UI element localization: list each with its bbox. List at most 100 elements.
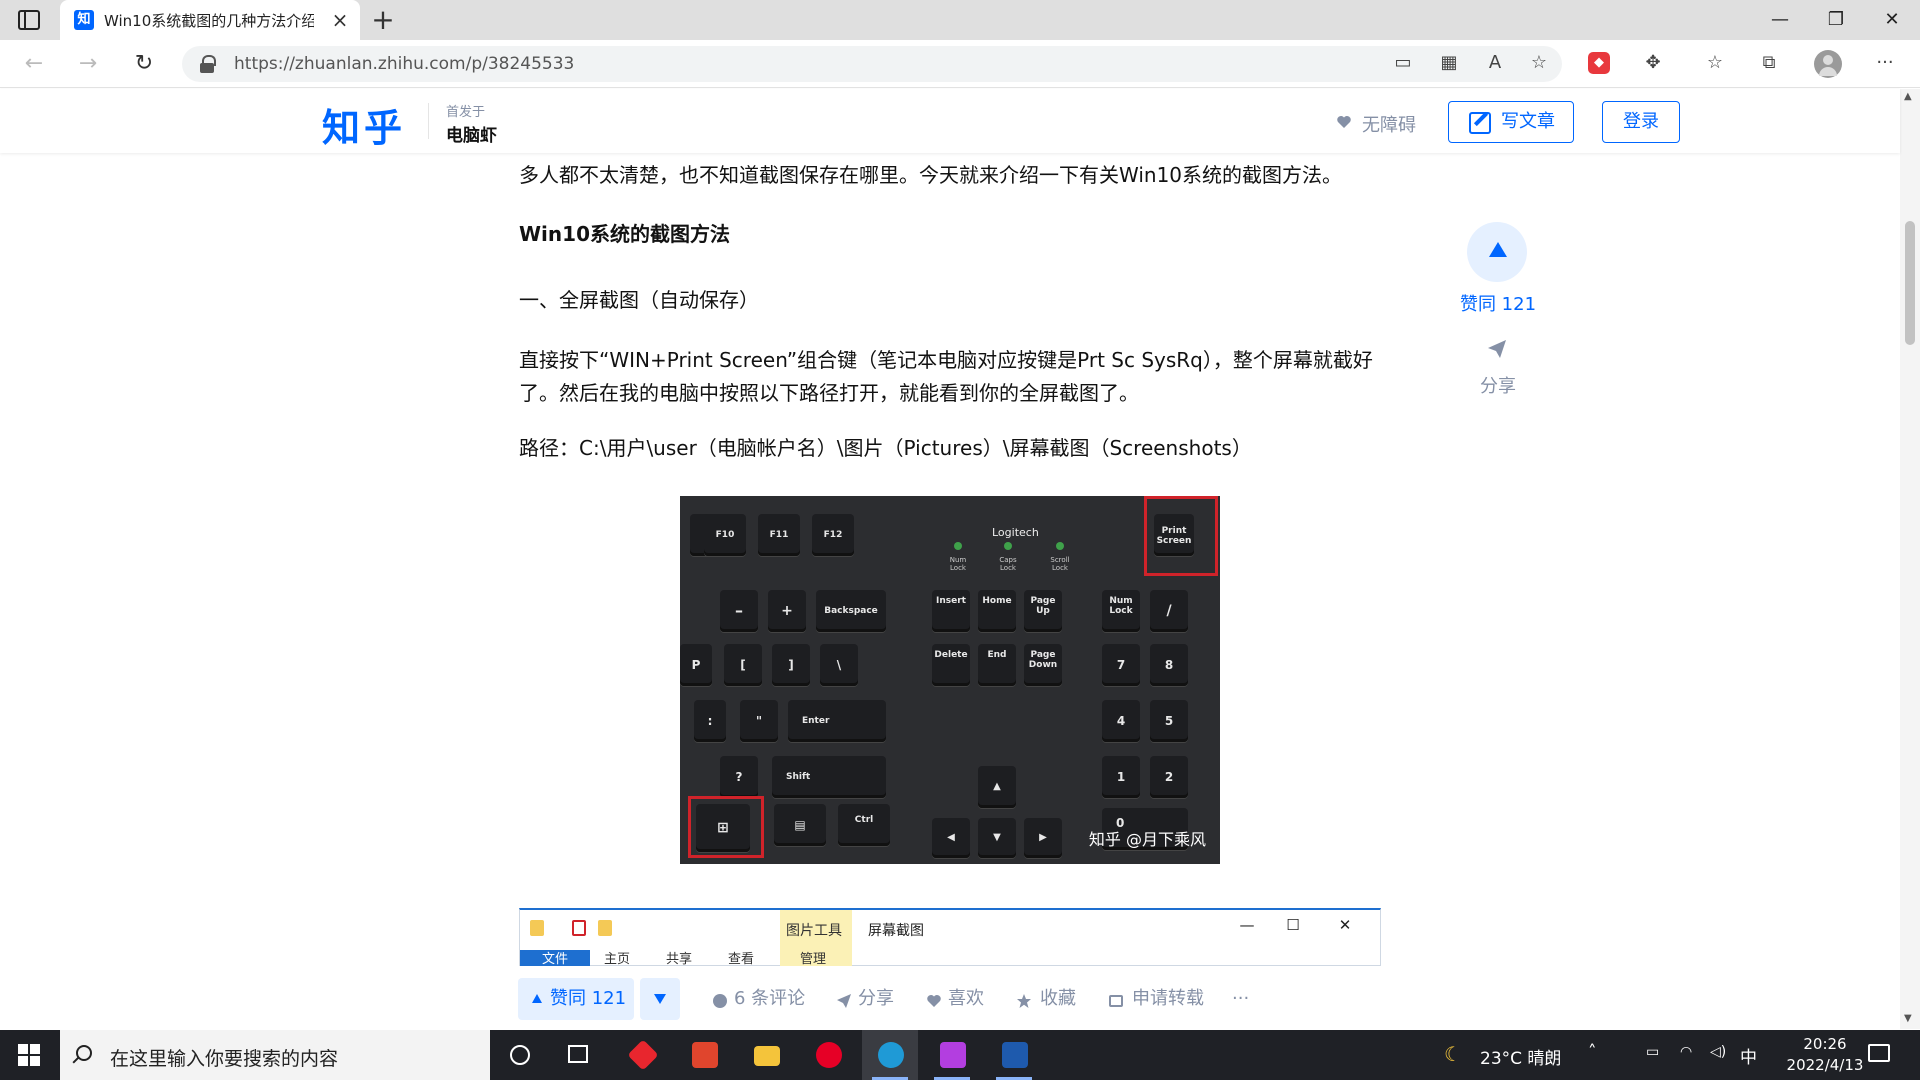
extension-red-icon[interactable]: ◆ xyxy=(1588,52,1610,74)
jetbrains-icon xyxy=(940,1042,966,1068)
read-aloud-icon[interactable]: A xyxy=(1480,48,1510,78)
key-backslash: \ xyxy=(820,644,858,686)
extensions-puzzle-icon[interactable]: ✥ xyxy=(1638,48,1668,78)
key-num-5: 5 xyxy=(1150,700,1188,742)
volume-icon[interactable]: ◁) xyxy=(1710,1044,1726,1060)
image-watermark: 知乎 @月下乘风 xyxy=(1088,830,1206,849)
new-tab-plus-icon[interactable]: + xyxy=(368,4,398,36)
more-menu-icon[interactable]: ··· xyxy=(1870,48,1900,78)
key-num-8: 8 xyxy=(1150,644,1188,686)
num-lock-led xyxy=(954,542,962,550)
tab-close-icon[interactable]: × xyxy=(328,8,352,32)
side-upvote-label[interactable]: 赞同 121 xyxy=(1448,290,1548,316)
qr-code-icon[interactable]: ▦ xyxy=(1434,48,1464,78)
scroll-down-arrow-icon[interactable]: ▼ xyxy=(1904,1013,1912,1024)
tab-title: Win10系统截图的几种方法介绍 - 知乎 xyxy=(104,12,314,30)
upvote-button[interactable]: 赞同 121 xyxy=(518,978,634,1020)
back-arrow-icon[interactable]: ← xyxy=(18,48,50,80)
scroll-up-arrow-icon[interactable]: ▲ xyxy=(1904,91,1912,102)
tab-actions-icon[interactable] xyxy=(18,10,40,30)
reprint-button[interactable]: 申请转载 xyxy=(1132,978,1204,1020)
new-folder-icon xyxy=(598,920,612,936)
key-bracket-right: ] xyxy=(772,644,810,686)
windows-start-icon[interactable] xyxy=(18,1044,40,1066)
page-scrollbar[interactable]: ▲ ▼ xyxy=(1900,89,1920,1029)
key-arrow-left: ◀ xyxy=(932,818,970,858)
favorites-icon[interactable]: ☆ xyxy=(1700,48,1730,78)
office-icon xyxy=(692,1042,718,1068)
profile-avatar[interactable] xyxy=(1814,50,1842,78)
favorite-button[interactable]: 收藏 xyxy=(1040,978,1076,1020)
restore-icon[interactable]: ❐ xyxy=(1808,0,1864,40)
key-num-4: 4 xyxy=(1102,700,1140,742)
task-view-button[interactable] xyxy=(550,1030,606,1080)
weather-text[interactable]: 23°C 晴朗 xyxy=(1480,1044,1561,1069)
taskbar-netease-music[interactable] xyxy=(800,1030,856,1080)
collections-icon[interactable]: ⧉ xyxy=(1754,48,1784,78)
write-article-label: 写文章 xyxy=(1501,111,1555,132)
side-share-label[interactable]: 分享 xyxy=(1448,372,1548,398)
more-actions-button[interactable]: ··· xyxy=(1232,978,1249,1020)
forward-arrow-icon[interactable]: → xyxy=(72,48,104,80)
key-shift: Shift xyxy=(772,756,886,798)
moon-weather-icon[interactable]: ☾ xyxy=(1444,1042,1462,1066)
like-button[interactable]: 喜欢 xyxy=(948,978,984,1020)
refresh-icon[interactable]: ↻ xyxy=(128,48,160,80)
tray-expand-chevron-icon[interactable]: ˄ xyxy=(1588,1042,1597,1062)
paper-plane-share-icon[interactable] xyxy=(1486,338,1508,360)
print-screen-highlight xyxy=(1144,496,1218,576)
add-favorite-star-icon[interactable]: ☆ xyxy=(1524,48,1554,78)
scroll-lock-led xyxy=(1056,542,1064,550)
column-name-link[interactable]: 电脑虾 xyxy=(446,121,497,146)
window-close-icon[interactable]: ✕ xyxy=(1864,0,1920,40)
taskbar-jetbrains[interactable] xyxy=(924,1030,980,1080)
taskbar-app-red[interactable] xyxy=(614,1030,670,1080)
lock-icon[interactable] xyxy=(200,55,216,73)
minimize-icon[interactable]: — xyxy=(1752,0,1808,40)
taskbar-edge[interactable] xyxy=(862,1030,918,1080)
num-lock-label: Num Lock xyxy=(949,556,967,572)
wifi-icon[interactable]: ◠ xyxy=(1680,1044,1692,1060)
key-divide: / xyxy=(1150,590,1188,632)
taskbar-search-placeholder[interactable]: 在这里输入你要搜索的内容 xyxy=(110,1044,338,1071)
ime-indicator[interactable]: 中 xyxy=(1740,1043,1757,1068)
scroll-thumb[interactable] xyxy=(1905,221,1915,345)
file-explorer-image[interactable]: 图片工具 屏幕截图 — ☐ ✕ 文件 主页 共享 查看 管理 xyxy=(519,908,1381,968)
properties-icon xyxy=(572,920,586,936)
explorer-maximize-icon: ☐ xyxy=(1286,916,1300,934)
key-quote: " xyxy=(740,700,778,742)
battery-icon[interactable]: ▭ xyxy=(1646,1044,1659,1060)
accessibility-link[interactable]: 无障碍 xyxy=(1362,111,1416,137)
url-text[interactable]: https://zhuanlan.zhihu.com/p/38245533 xyxy=(234,54,574,74)
task-view-cortana-button[interactable] xyxy=(492,1030,548,1080)
taskbar-word[interactable] xyxy=(986,1030,1042,1080)
downvote-button[interactable] xyxy=(640,978,680,1020)
upvote-triangle-icon xyxy=(532,994,542,1003)
method-one-body: 直接按下“WIN+Print Screen”组合键（笔记本电脑对应按键是Prt … xyxy=(519,348,1373,405)
notification-center-icon[interactable] xyxy=(1868,1044,1890,1062)
taskbar-file-explorer[interactable] xyxy=(738,1030,794,1080)
key-plus: + xyxy=(768,590,806,632)
picture-tools-label: 图片工具 xyxy=(786,923,842,939)
article-action-bar: 赞同 121 6 条评论 分享 喜欢 收藏 申请转载 ··· xyxy=(0,966,1900,1030)
taskbar-office[interactable] xyxy=(676,1030,732,1080)
keyboard-image[interactable]: F10 F11 F12 Logitech Num Lock Caps Lock … xyxy=(680,496,1220,864)
share-button[interactable]: 分享 xyxy=(858,978,894,1020)
browser-tab-active[interactable]: 知 Win10系统截图的几种方法介绍 - 知乎 × xyxy=(60,0,360,40)
zhihu-logo[interactable]: 知乎 xyxy=(322,97,406,152)
app-available-icon[interactable]: ▭ xyxy=(1388,48,1418,78)
url-field[interactable]: https://zhuanlan.zhihu.com/p/38245533 xyxy=(182,46,1562,82)
heart-icon xyxy=(1337,116,1351,128)
side-upvote-button[interactable] xyxy=(1467,222,1527,282)
comments-button[interactable]: 6 条评论 xyxy=(734,978,805,1020)
taskbar-search-box[interactable]: 在这里输入你要搜索的内容 xyxy=(60,1030,490,1080)
red-diamond-app-icon xyxy=(627,1039,659,1071)
key-enter: Enter xyxy=(788,700,886,742)
login-button[interactable]: 登录 xyxy=(1602,101,1680,143)
system-clock[interactable]: 20:26 2022/4/13 xyxy=(1780,1034,1870,1076)
windows-taskbar: 在这里输入你要搜索的内容 ☾ 23°C 晴朗 ˄ ▭ ◠ ◁) 中 20:26 … xyxy=(0,1030,1920,1080)
key-semicolon: : xyxy=(694,700,726,742)
write-article-button[interactable]: 写文章 xyxy=(1448,101,1574,143)
key-num-lock: Num Lock xyxy=(1102,590,1140,632)
caps-lock-led xyxy=(1004,542,1012,550)
